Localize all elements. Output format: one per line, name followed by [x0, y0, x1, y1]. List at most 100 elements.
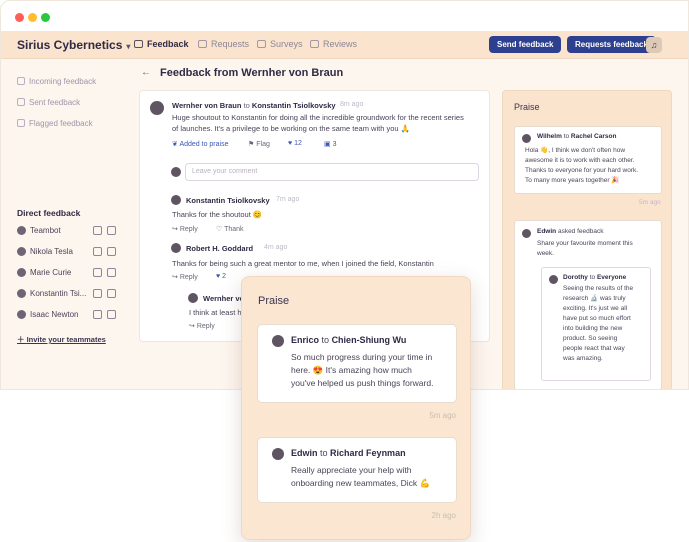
person-marie-curie[interactable]: Marie Curie — [17, 268, 119, 277]
praise-card-header: Enrico to Chien-Shiung Wu — [291, 335, 406, 345]
nav-reviews[interactable]: Reviews — [310, 39, 357, 49]
praise-from: Enrico — [291, 335, 320, 345]
invite-teammates-link[interactable]: ＋ Invite your teammates — [17, 334, 106, 345]
request-icon[interactable] — [107, 289, 116, 298]
request-from: Edwin — [537, 228, 557, 235]
message-icon[interactable] — [93, 289, 102, 298]
request-icon[interactable] — [107, 247, 116, 256]
nested-line: was amazing. — [563, 355, 603, 362]
to-word: to — [589, 274, 596, 281]
person-isaac-newton[interactable]: Isaac Newton — [17, 310, 119, 319]
reply-label: Reply — [179, 274, 198, 281]
message-icon[interactable] — [93, 247, 102, 256]
praise-card[interactable]: Wilhelm to Rachel Carson Hola 👋, I think… — [514, 126, 662, 194]
avatar — [17, 310, 26, 319]
reply-icon: ↪ — [172, 274, 180, 281]
reply-time: 7m ago — [276, 196, 300, 203]
reply-time: 4m ago — [264, 244, 288, 251]
thank-button[interactable]: ♡ Thank — [216, 225, 244, 233]
like-count: 12 — [294, 140, 302, 147]
page-title: Feedback from Wernher von Braun — [160, 67, 344, 79]
nav-requests[interactable]: Requests — [198, 39, 249, 49]
reply-button[interactable]: ↪ Reply — [172, 225, 198, 233]
window-titlebar — [1, 1, 688, 31]
person-name: Teambot — [30, 226, 61, 235]
sidebar: Incoming feedback Sent feedback Flagged … — [1, 59, 129, 389]
praise-card-text: Really appreciate your help with onboard… — [291, 464, 451, 490]
avatar — [17, 268, 26, 277]
requests-feedback-button[interactable]: Requests feedback — [567, 36, 656, 53]
message-icon[interactable] — [93, 226, 102, 235]
like-count: 2 — [222, 273, 227, 280]
thank-label: Thank — [224, 226, 244, 233]
nested-line: exciting. It's just we all — [563, 305, 628, 312]
avatar — [522, 229, 531, 238]
sidebar-item-flagged[interactable]: Flagged feedback — [17, 119, 93, 128]
subtitle-line: week. — [537, 250, 554, 257]
reply-author[interactable]: Konstantin Tsiolkovsky — [186, 196, 270, 205]
sidebar-item-label: Flagged feedback — [29, 119, 93, 128]
person-teambot[interactable]: Teambot — [17, 226, 119, 235]
minimize-window-button[interactable] — [28, 13, 37, 22]
nav-surveys[interactable]: Surveys — [257, 39, 303, 49]
nav-reviews-label: Reviews — [323, 39, 358, 49]
chevron-down-icon: ▾ — [126, 42, 131, 51]
praise-to: Rachel Carson — [570, 133, 617, 140]
message-icon[interactable] — [93, 268, 102, 277]
nav-feedback[interactable]: Feedback — [134, 39, 189, 49]
send-icon — [17, 98, 25, 106]
nav-requests-label: Requests — [211, 39, 250, 49]
post-author[interactable]: Wernher von Braun — [172, 101, 241, 110]
praise-panel: Praise Wilhelm to Rachel Carson Hola 👋, … — [502, 90, 672, 389]
send-feedback-button[interactable]: Send feedback — [489, 36, 562, 53]
top-navigation: Sirius Cybernetics ▾ Feedback Requests Su… — [1, 31, 688, 59]
reply-button[interactable]: ↪ Reply — [189, 322, 215, 330]
avatar — [171, 243, 181, 253]
flag-button[interactable]: ⚑ Flag — [248, 140, 270, 148]
sidebar-item-sent[interactable]: Sent feedback — [17, 98, 80, 107]
workspace-switcher[interactable]: Sirius Cybernetics ▾ — [17, 38, 130, 52]
added-to-praise[interactable]: ❦ Added to praise — [172, 140, 228, 148]
nested-line: into building the new — [563, 325, 623, 332]
person-konstantin[interactable]: Konstantin Tsi... — [17, 289, 119, 298]
request-icon[interactable] — [107, 226, 116, 235]
reply-text: Thanks for the shoutout 😊 — [172, 210, 263, 219]
avatar — [272, 335, 284, 347]
avatar — [17, 226, 26, 235]
comment-icon: ▣ — [324, 141, 333, 148]
reply-author[interactable]: Robert H. Goddard — [186, 244, 253, 253]
post-recipient[interactable]: Konstantin Tsiolkovsky — [252, 101, 336, 110]
nested-praise-card[interactable]: Dorothy to Everyone Seeing the results o… — [541, 267, 651, 381]
avatar — [272, 448, 284, 460]
nested-line: research 🔬 was truly — [563, 295, 626, 302]
nested-line: product. So seeing — [563, 335, 618, 342]
comments-button[interactable]: ▣ 3 — [324, 140, 336, 148]
feedback-request-card[interactable]: Edwin asked feedback Share your favourit… — [514, 220, 662, 389]
avatar — [522, 134, 531, 143]
sidebar-item-label: Sent feedback — [29, 98, 81, 107]
praise-card-header: Wilhelm to Rachel Carson — [537, 133, 616, 140]
comment-input[interactable]: Leave your comment — [185, 163, 479, 181]
reply-text: Thanks for being such a great mentor to … — [172, 259, 434, 268]
like-button[interactable]: ♥ 2 — [216, 273, 226, 280]
like-button[interactable]: ♥ 12 — [288, 140, 302, 147]
to-word: to — [321, 335, 330, 345]
praise-card[interactable]: Enrico to Chien-Shiung Wu So much progre… — [257, 324, 457, 403]
close-window-button[interactable] — [15, 13, 24, 22]
maximize-window-button[interactable] — [41, 13, 50, 22]
request-icon[interactable] — [107, 268, 116, 277]
notifications-bell-icon[interactable]: ♫ — [646, 37, 662, 53]
request-icon[interactable] — [107, 310, 116, 319]
added-label: Added to praise — [179, 141, 229, 148]
back-arrow-icon[interactable]: ← — [141, 67, 151, 78]
reply-button[interactable]: ↪ Reply — [172, 273, 198, 281]
praise-card[interactable]: Edwin to Richard Feynman Really apprecia… — [257, 437, 457, 503]
avatar — [171, 167, 181, 177]
person-nikola-tesla[interactable]: Nikola Tesla — [17, 247, 119, 256]
person-name: Nikola Tesla — [30, 247, 73, 256]
praise-card-text: Hola 👋, I think we don't often how aweso… — [525, 146, 661, 186]
inbox-icon — [17, 77, 25, 85]
message-icon[interactable] — [93, 310, 102, 319]
praise-line: here. 😍 It's amazing how much — [291, 365, 412, 375]
sidebar-item-incoming[interactable]: Incoming feedback — [17, 77, 96, 86]
